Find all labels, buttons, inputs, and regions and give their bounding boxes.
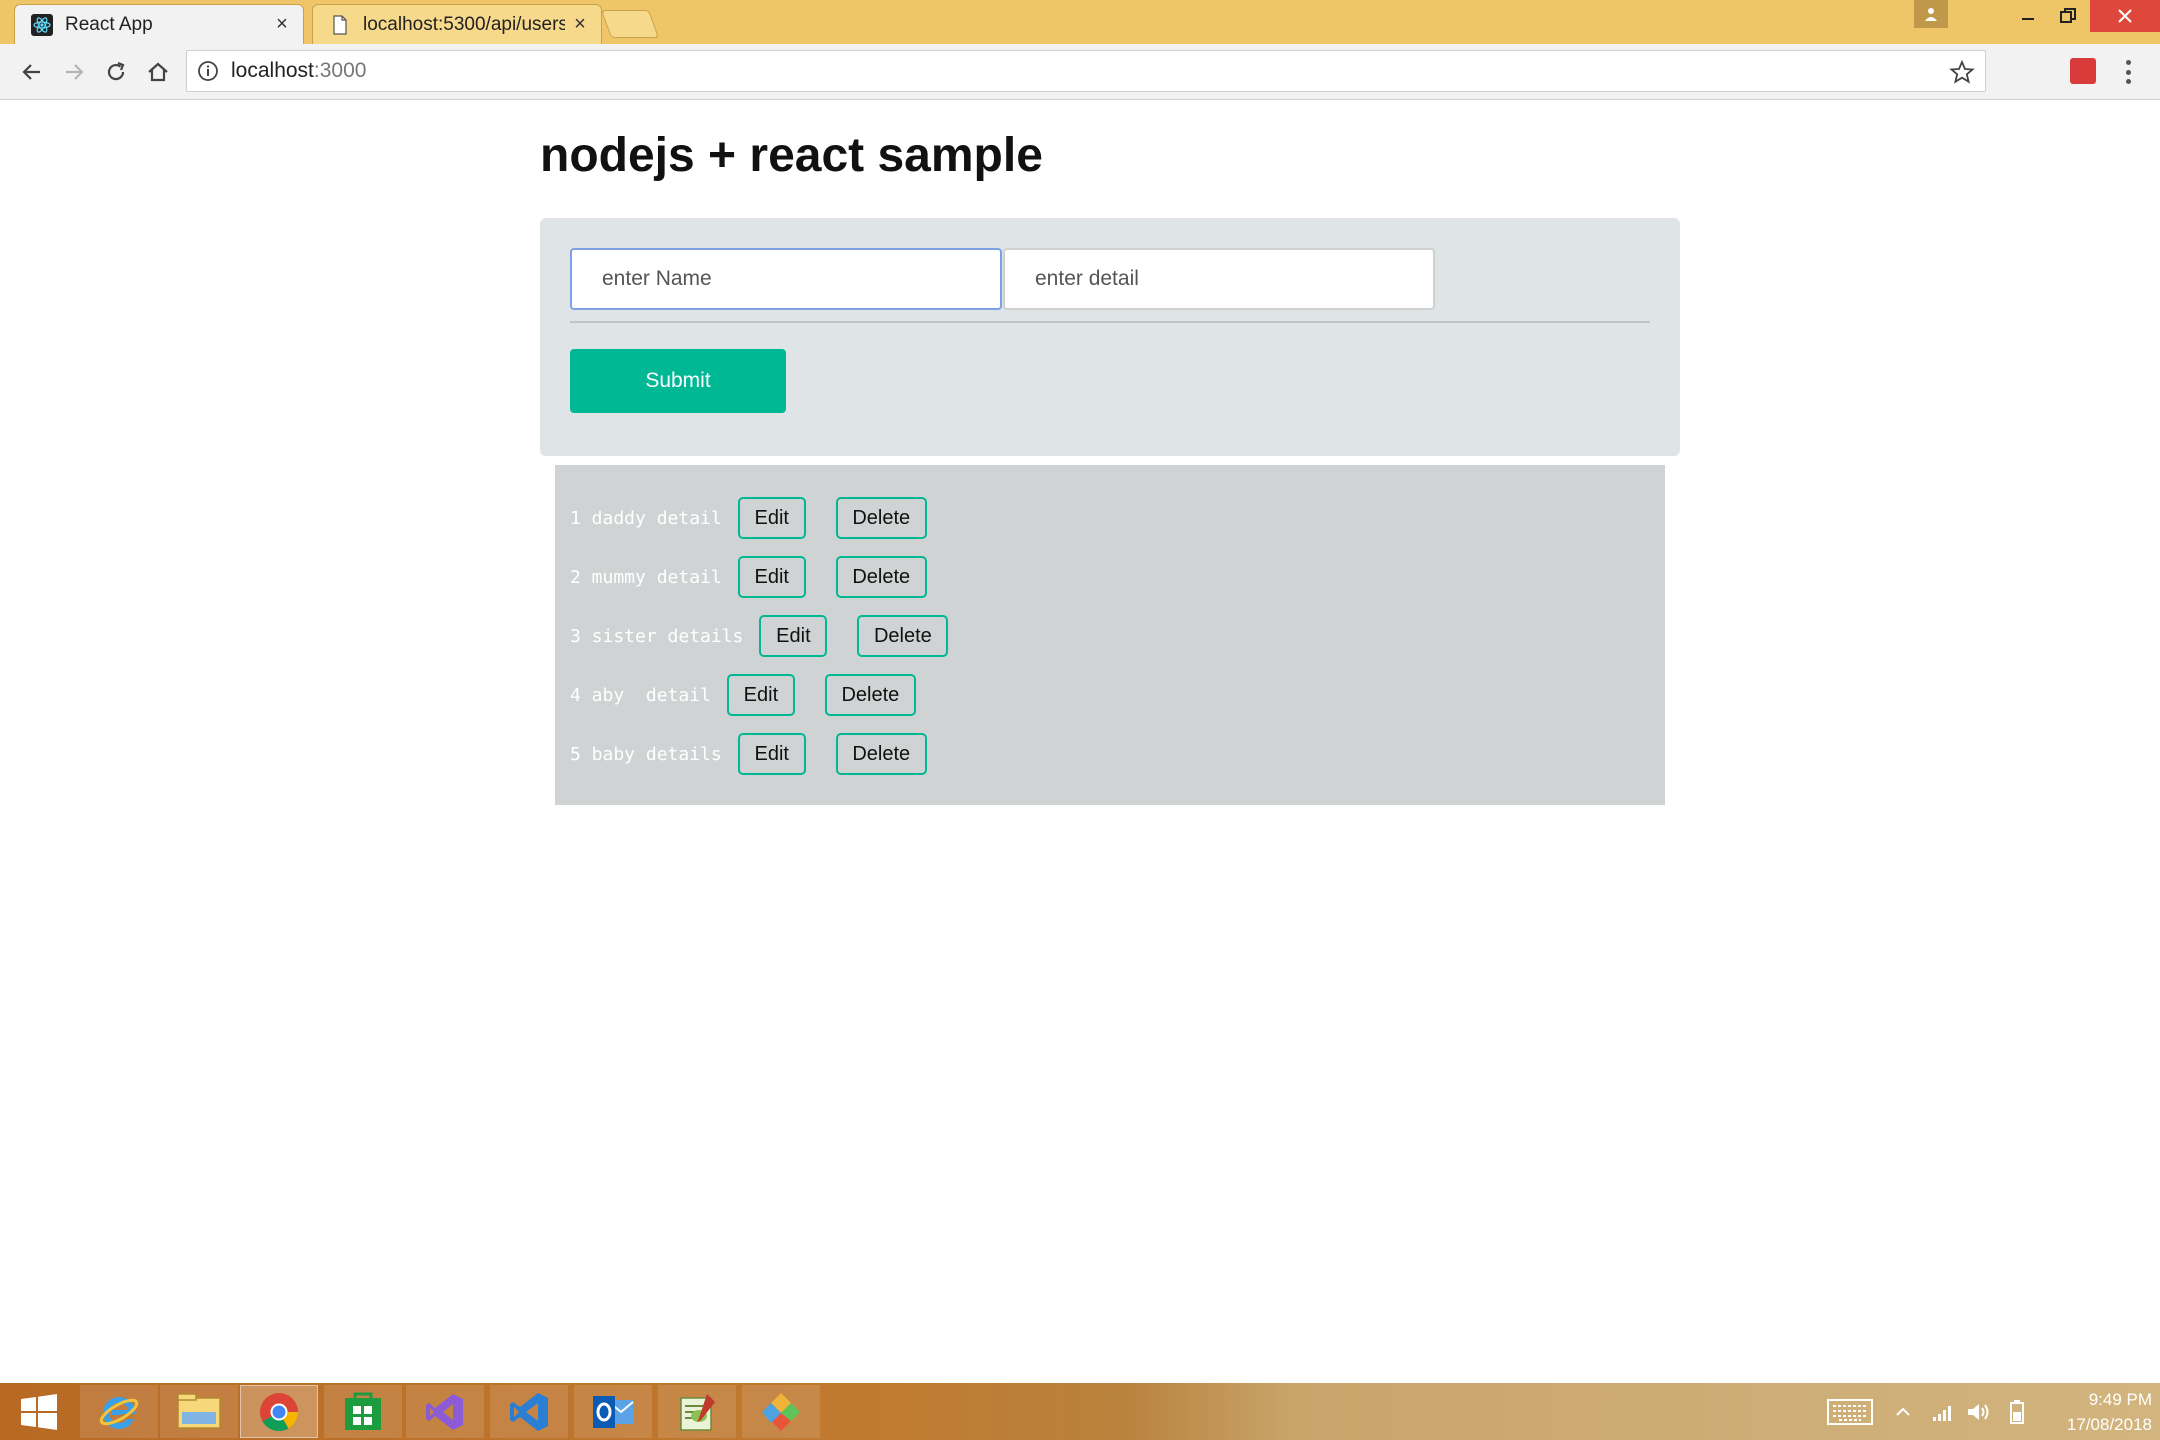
react-icon [31, 13, 53, 36]
delete-button[interactable]: Delete [857, 615, 949, 657]
item-text: 2 mummy detail [570, 566, 722, 588]
clock-time: 9:49 PM [2088, 1390, 2152, 1409]
delete-button[interactable]: Delete [835, 733, 927, 775]
battery-icon[interactable] [2008, 1399, 2026, 1425]
item-text: 4 aby detail [570, 684, 711, 706]
edit-button[interactable]: Edit [726, 674, 795, 716]
list-item: 5 baby details Edit Delete [570, 733, 927, 775]
file-explorer-icon[interactable] [160, 1385, 238, 1438]
new-tab-button[interactable] [600, 10, 660, 38]
store-icon[interactable] [324, 1385, 402, 1438]
internet-explorer-icon[interactable] [80, 1385, 158, 1438]
profile-icon[interactable] [1914, 0, 1948, 28]
chrome-icon[interactable] [240, 1385, 318, 1438]
taskbar: 9:49 PM 17/08/2018 [0, 1383, 2160, 1440]
list-item: 1 daddy detail Edit Delete [570, 497, 927, 539]
reload-icon[interactable] [98, 54, 134, 90]
close-window-icon[interactable] [2090, 0, 2160, 32]
delete-button[interactable]: Delete [835, 497, 927, 539]
start-icon[interactable] [0, 1385, 78, 1438]
user-list: 1 daddy detail Edit Delete 2 mummy detai… [555, 465, 1665, 805]
forward-icon[interactable] [56, 54, 92, 90]
tab-close-icon[interactable]: × [565, 13, 595, 36]
delete-button[interactable]: Delete [824, 674, 916, 716]
keyboard-icon[interactable] [1826, 1399, 1874, 1425]
clock-date: 17/08/2018 [2066, 1415, 2152, 1434]
edit-button[interactable]: Edit [737, 733, 806, 775]
url-port: :3000 [313, 59, 367, 82]
browser-menu-icon[interactable] [2118, 56, 2138, 88]
restore-icon[interactable] [2048, 0, 2088, 32]
item-text: 1 daddy detail [570, 507, 722, 529]
tab-close-icon[interactable]: × [267, 13, 297, 36]
form-divider [570, 321, 1650, 323]
vscode-icon[interactable] [490, 1385, 568, 1438]
user-form: Submit [540, 218, 1680, 456]
list-item: 4 aby detail Edit Delete [570, 674, 916, 716]
browser-titlebar: React App × localhost:5300/api/users × [0, 0, 2160, 44]
list-item: 2 mummy detail Edit Delete [570, 556, 927, 598]
browser-toolbar: localhost:3000 [0, 44, 2160, 100]
edit-button[interactable]: Edit [737, 556, 806, 598]
visual-studio-icon[interactable] [406, 1385, 484, 1438]
tab-title: localhost:5300/api/users [363, 13, 565, 35]
tab-react-app[interactable]: React App × [14, 4, 304, 44]
volume-icon[interactable] [1964, 1399, 1992, 1425]
item-text: 3 sister details [570, 625, 744, 647]
delete-button[interactable]: Delete [835, 556, 927, 598]
back-icon[interactable] [14, 54, 50, 90]
tab-api-users[interactable]: localhost:5300/api/users × [312, 4, 602, 44]
edit-button[interactable]: Edit [759, 615, 828, 657]
submit-button[interactable]: Submit [570, 349, 786, 413]
extension-icon[interactable] [2070, 58, 2096, 84]
edit-button[interactable]: Edit [737, 497, 806, 539]
item-text: 5 baby details [570, 743, 722, 765]
notepad-plus-plus-icon[interactable] [658, 1385, 736, 1438]
network-signal-icon[interactable] [1930, 1399, 1956, 1425]
info-icon[interactable] [197, 60, 219, 82]
home-icon[interactable] [140, 54, 176, 90]
list-item: 3 sister details Edit Delete [570, 615, 949, 657]
show-hidden-icons-chevron-icon[interactable] [1892, 1399, 1914, 1425]
page-icon [333, 14, 347, 35]
name-input[interactable] [570, 248, 1002, 310]
minimize-icon[interactable] [2010, 0, 2046, 32]
url-host: localhost [231, 59, 314, 82]
taskbar-clock[interactable]: 9:49 PM 17/08/2018 [2030, 1387, 2152, 1437]
tab-title: React App [65, 13, 153, 35]
detail-input[interactable] [1003, 248, 1435, 310]
page-title: nodejs + react sample [540, 129, 1043, 182]
git-icon[interactable] [742, 1385, 820, 1438]
address-bar[interactable]: localhost:3000 [186, 50, 1986, 92]
outlook-icon[interactable] [574, 1385, 652, 1438]
bookmark-star-icon[interactable] [1949, 59, 1975, 85]
